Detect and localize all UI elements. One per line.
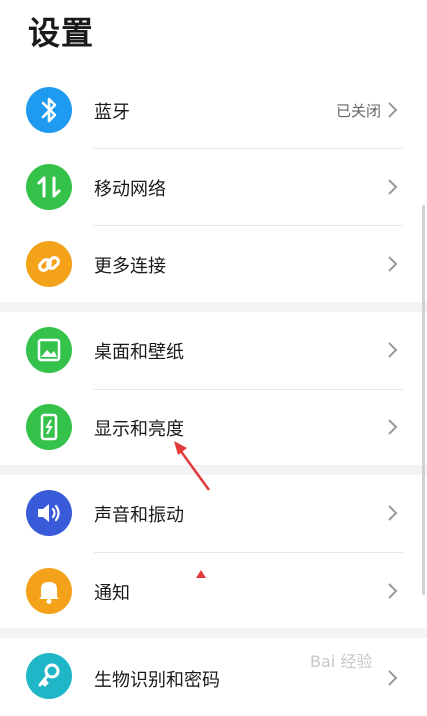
chevron-right-icon [388, 256, 398, 272]
chevron-right-icon [388, 102, 398, 118]
watermark-text: Bai 经验 [310, 652, 373, 671]
page-title: 设置 [28, 14, 95, 52]
image-icon [26, 327, 72, 373]
link-icon [26, 241, 72, 287]
more-connections-row[interactable]: 更多连接 [0, 226, 427, 304]
key-icon [26, 653, 72, 699]
chevron-right-icon [388, 179, 398, 195]
bluetooth-row[interactable]: 蓝牙 已关闭 [0, 71, 427, 149]
data-arrows-icon [26, 164, 72, 210]
bluetooth-status: 已关闭 [335, 102, 381, 120]
sound-label: 声音和振动 [94, 505, 184, 526]
notifications-row[interactable]: 通知 [0, 553, 427, 631]
notifications-label: 通知 [94, 583, 130, 604]
speaker-icon [26, 490, 72, 536]
chevron-right-icon [388, 583, 398, 599]
bluetooth-label: 蓝牙 [94, 102, 130, 123]
more-connections-label: 更多连接 [94, 256, 166, 277]
scrollbar[interactable] [422, 205, 425, 595]
wallpaper-row[interactable]: 桌面和壁纸 [0, 312, 427, 390]
display-row[interactable]: 显示和亮度 [0, 389, 427, 467]
chevron-right-icon [388, 505, 398, 521]
mobile-network-label: 移动网络 [94, 179, 166, 200]
chevron-right-icon [388, 419, 398, 435]
wallpaper-label: 桌面和壁纸 [94, 342, 184, 363]
sound-row[interactable]: 声音和振动 [0, 475, 427, 553]
section-gap [0, 628, 427, 638]
chevron-right-icon [388, 342, 398, 358]
phone-brightness-icon [26, 404, 72, 450]
mobile-network-row[interactable]: 移动网络 [0, 149, 427, 227]
chevron-right-icon [388, 670, 398, 686]
biometrics-label: 生物识别和密码 [94, 670, 220, 691]
bluetooth-icon [26, 87, 72, 133]
section-gap [0, 302, 427, 312]
bell-icon [26, 568, 72, 614]
display-label: 显示和亮度 [94, 419, 184, 440]
section-gap [0, 465, 427, 475]
